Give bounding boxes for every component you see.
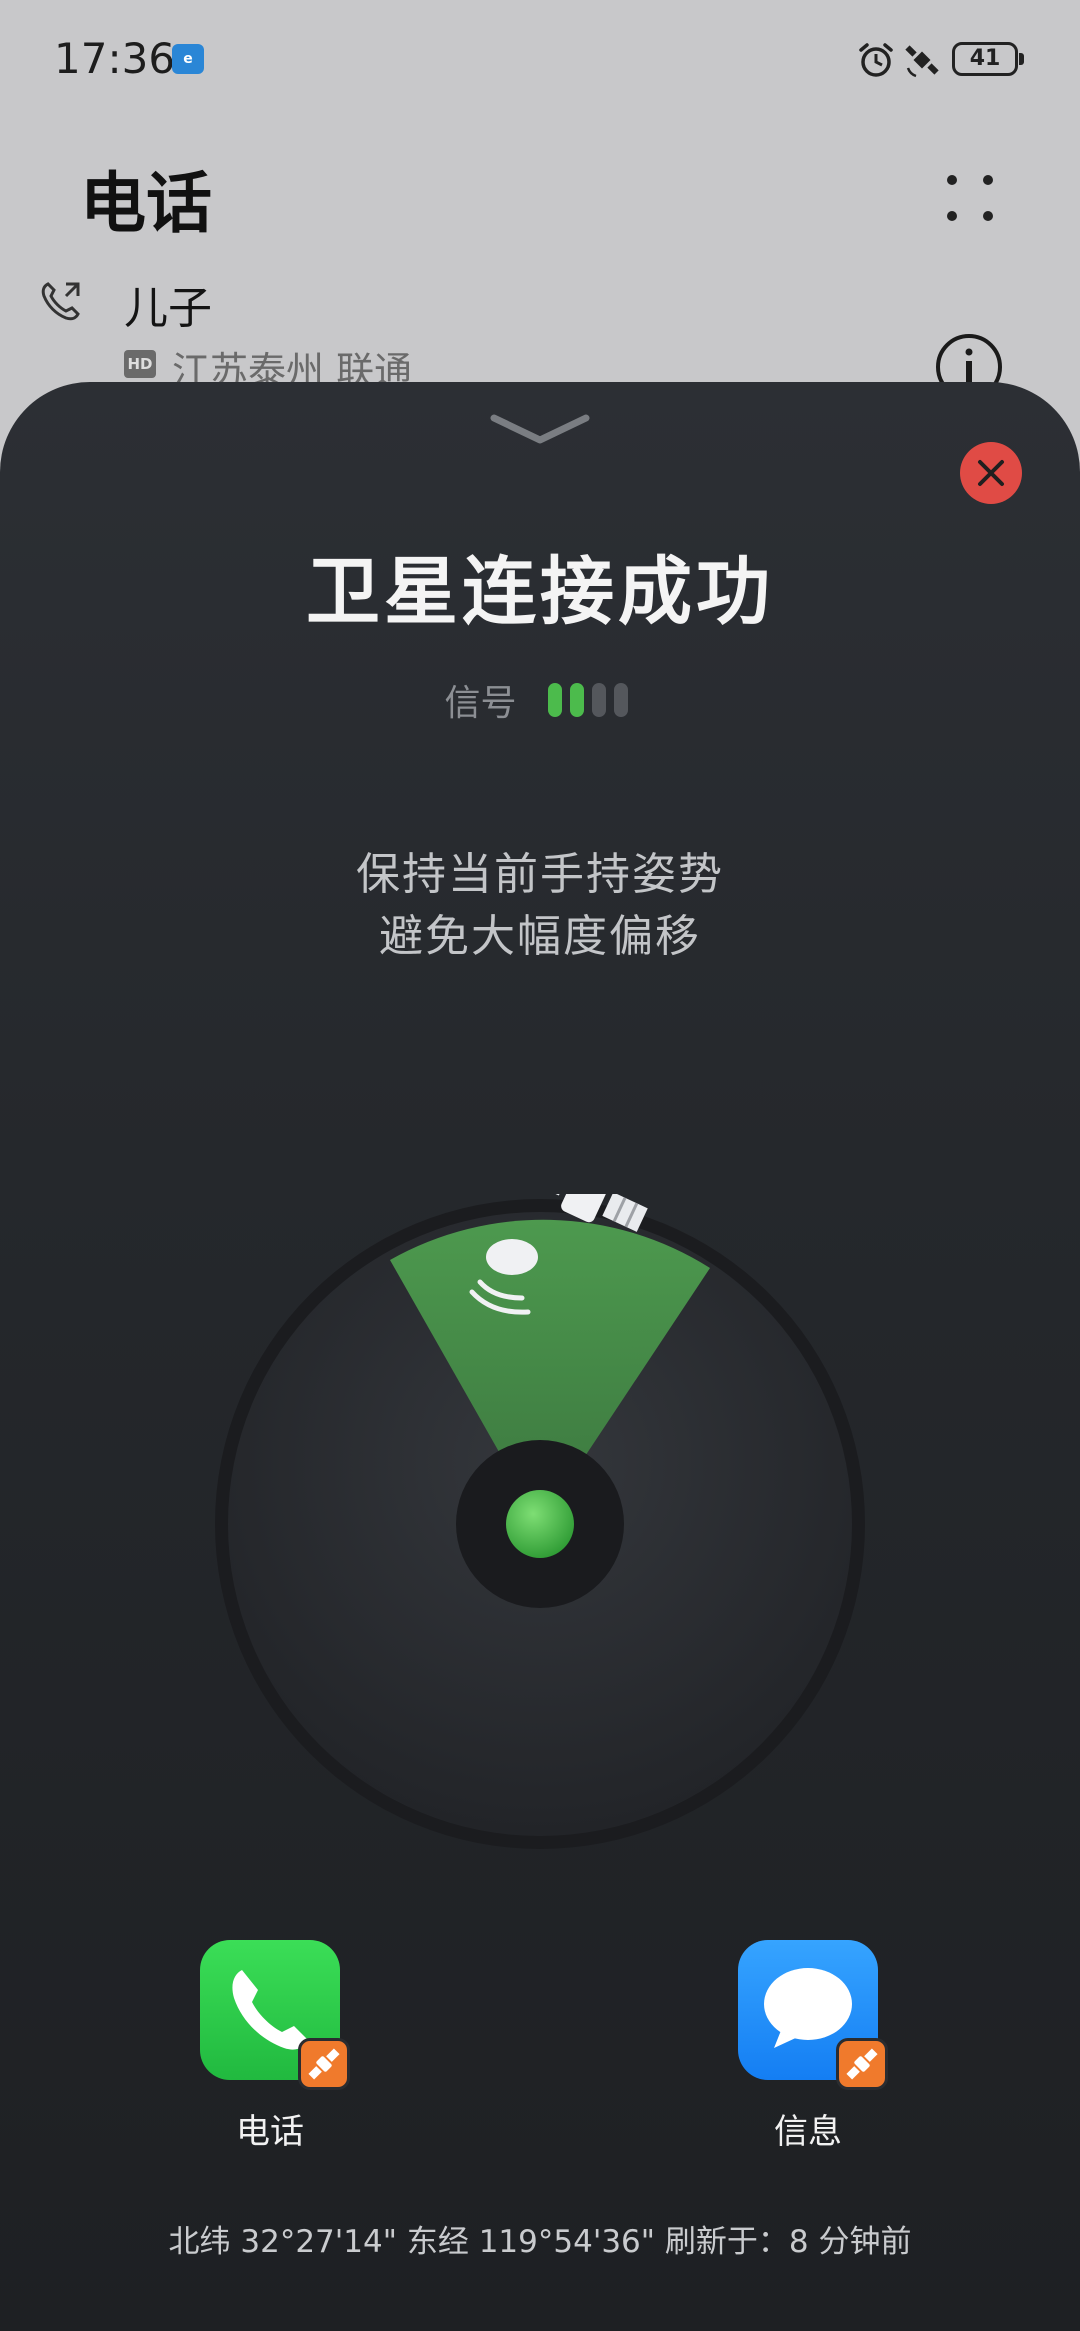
location-dot — [506, 1490, 574, 1558]
battery-icon: 41 — [952, 42, 1024, 76]
app-notification-icon: e — [172, 44, 204, 74]
signal-bar — [547, 683, 562, 717]
coordinates-text: 北纬 32°27'14" 东经 119°54'36" 刷新于：8 分钟前 — [168, 2224, 912, 2260]
outgoing-call-icon — [41, 282, 80, 321]
screen: 17:36 e 41 电话 儿子 HD 江苏泰州 联通 卫星连接成功 信号 保持… — [0, 0, 1080, 2331]
more-options-icon[interactable] — [942, 170, 998, 226]
hint-line-1: 保持当前手持姿势 — [356, 849, 724, 900]
hint-line-2: 避免大幅度偏移 — [379, 911, 701, 962]
satellite-badge-icon — [298, 2038, 350, 2090]
satellite-radar — [215, 1194, 865, 1849]
signal-indicator: 信号 — [0, 674, 1080, 726]
app-title: 电话 — [80, 165, 212, 242]
status-time: 17:36 — [54, 34, 176, 83]
signal-bar — [569, 683, 584, 717]
hd-badge: HD — [124, 350, 156, 378]
satellite-phone-button[interactable] — [200, 1940, 350, 2090]
signal-bar — [591, 683, 606, 717]
satellite-sheet: 卫星连接成功 信号 保持当前手持姿势 避免大幅度偏移 电话 信息 北纬 32°2… — [0, 382, 1080, 2331]
collapse-handle-icon[interactable] — [490, 410, 590, 450]
signal-bars — [547, 683, 636, 717]
message-label: 信息 — [774, 2112, 842, 2152]
satellite-badge-icon — [836, 2038, 888, 2090]
close-button[interactable] — [960, 442, 1022, 504]
signal-label: 信号 — [444, 683, 517, 724]
satellite-message-button[interactable] — [738, 1940, 888, 2090]
close-icon — [978, 460, 1004, 486]
connection-title: 卫星连接成功 — [306, 549, 774, 635]
status-bar: 17:36 e 41 — [0, 0, 1080, 120]
alarm-icon — [859, 43, 893, 77]
phone-label: 电话 — [236, 2112, 304, 2152]
hint-text: 保持当前手持姿势 避免大幅度偏移 — [0, 844, 1080, 968]
satellite-icon — [905, 45, 939, 78]
signal-bar — [613, 683, 628, 717]
contact-name[interactable]: 儿子 — [124, 272, 212, 336]
